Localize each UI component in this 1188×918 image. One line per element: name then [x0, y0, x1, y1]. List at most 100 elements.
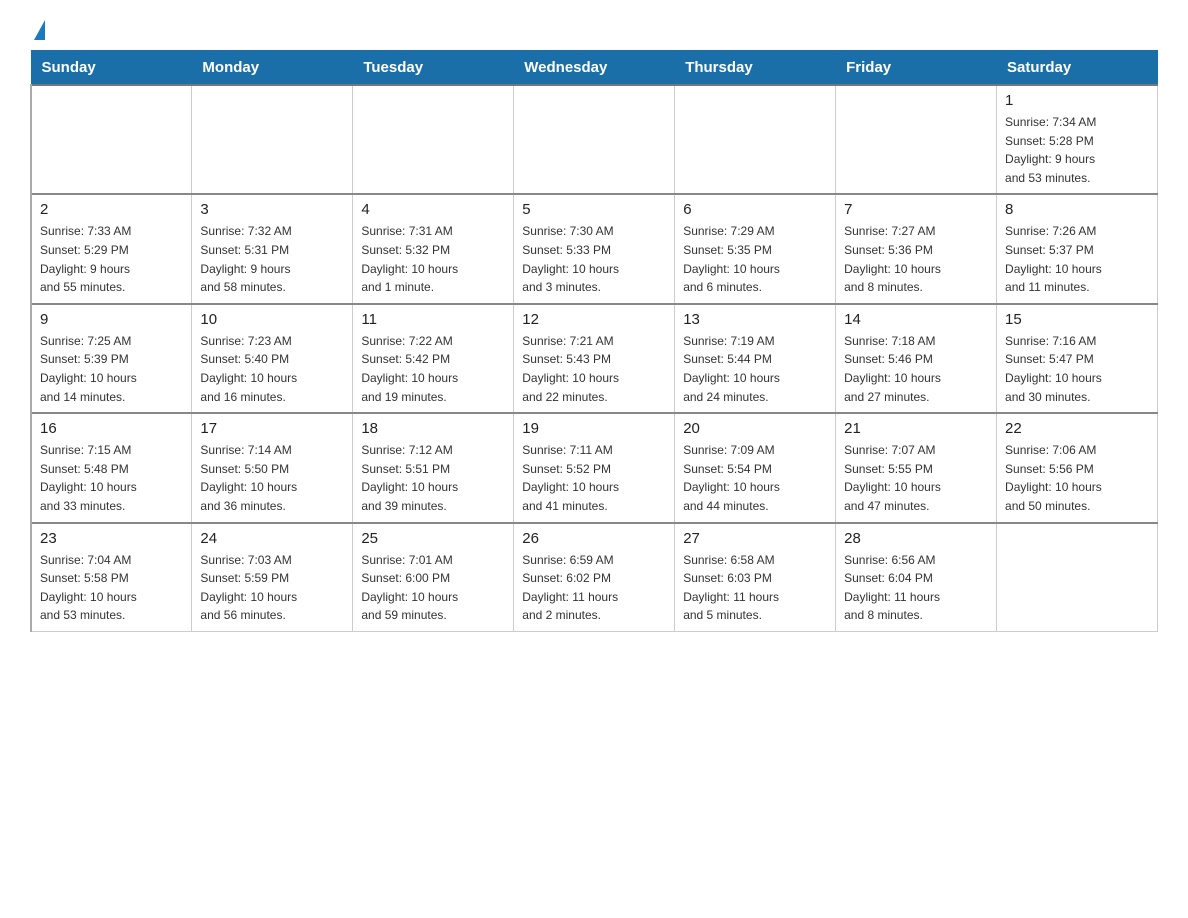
day-number: 28	[844, 530, 988, 547]
day-number: 11	[361, 311, 505, 328]
day-number: 26	[522, 530, 666, 547]
day-number: 22	[1005, 420, 1149, 437]
calendar-day-cell: 12 Sunrise: 7:21 AM Sunset: 5:43 PM Dayli…	[514, 304, 675, 413]
column-header-monday: Monday	[192, 51, 353, 86]
calendar-week-row: 9 Sunrise: 7:25 AM Sunset: 5:39 PM Daylig…	[31, 304, 1158, 413]
day-info: Sunrise: 7:22 AM Sunset: 5:42 PM Dayligh…	[361, 332, 505, 406]
day-info: Sunrise: 6:56 AM Sunset: 6:04 PM Dayligh…	[844, 551, 988, 625]
day-info: Sunrise: 6:59 AM Sunset: 6:02 PM Dayligh…	[522, 551, 666, 625]
day-info: Sunrise: 7:12 AM Sunset: 5:51 PM Dayligh…	[361, 441, 505, 515]
day-number: 27	[683, 530, 827, 547]
calendar-week-row: 16 Sunrise: 7:15 AM Sunset: 5:48 PM Dayli…	[31, 413, 1158, 522]
day-info: Sunrise: 7:34 AM Sunset: 5:28 PM Dayligh…	[1005, 113, 1149, 187]
day-info: Sunrise: 7:29 AM Sunset: 5:35 PM Dayligh…	[683, 222, 827, 296]
day-info: Sunrise: 7:06 AM Sunset: 5:56 PM Dayligh…	[1005, 441, 1149, 515]
day-number: 3	[200, 201, 344, 218]
calendar-day-cell: 22 Sunrise: 7:06 AM Sunset: 5:56 PM Dayli…	[997, 413, 1158, 522]
day-info: Sunrise: 6:58 AM Sunset: 6:03 PM Dayligh…	[683, 551, 827, 625]
calendar-day-cell: 14 Sunrise: 7:18 AM Sunset: 5:46 PM Dayli…	[836, 304, 997, 413]
day-info: Sunrise: 7:18 AM Sunset: 5:46 PM Dayligh…	[844, 332, 988, 406]
column-header-saturday: Saturday	[997, 51, 1158, 86]
column-header-thursday: Thursday	[675, 51, 836, 86]
day-info: Sunrise: 7:07 AM Sunset: 5:55 PM Dayligh…	[844, 441, 988, 515]
calendar-day-cell: 8 Sunrise: 7:26 AM Sunset: 5:37 PM Daylig…	[997, 194, 1158, 303]
day-info: Sunrise: 7:32 AM Sunset: 5:31 PM Dayligh…	[200, 222, 344, 296]
day-info: Sunrise: 7:15 AM Sunset: 5:48 PM Dayligh…	[40, 441, 183, 515]
calendar-day-cell	[192, 85, 353, 194]
calendar-week-row: 23Sunrise: 7:04 AM Sunset: 5:58 PM Dayli…	[31, 523, 1158, 632]
day-number: 17	[200, 420, 344, 437]
calendar-day-cell	[514, 85, 675, 194]
calendar-day-cell	[353, 85, 514, 194]
day-number: 4	[361, 201, 505, 218]
calendar-day-cell: 18 Sunrise: 7:12 AM Sunset: 5:51 PM Dayli…	[353, 413, 514, 522]
calendar-day-cell: 10 Sunrise: 7:23 AM Sunset: 5:40 PM Dayli…	[192, 304, 353, 413]
day-info: Sunrise: 7:09 AM Sunset: 5:54 PM Dayligh…	[683, 441, 827, 515]
calendar-day-cell: 25 Sunrise: 7:01 AM Sunset: 6:00 PM Dayli…	[353, 523, 514, 632]
day-number: 16	[40, 420, 183, 437]
column-header-friday: Friday	[836, 51, 997, 86]
day-info: Sunrise: 7:26 AM Sunset: 5:37 PM Dayligh…	[1005, 222, 1149, 296]
day-number: 7	[844, 201, 988, 218]
day-number: 9	[40, 311, 183, 328]
calendar-day-cell: 2 Sunrise: 7:33 AM Sunset: 5:29 PM Daylig…	[31, 194, 192, 303]
calendar-day-cell: 26 Sunrise: 6:59 AM Sunset: 6:02 PM Dayli…	[514, 523, 675, 632]
day-number: 13	[683, 311, 827, 328]
day-number: 14	[844, 311, 988, 328]
day-number: 12	[522, 311, 666, 328]
day-info: Sunrise: 7:23 AM Sunset: 5:40 PM Dayligh…	[200, 332, 344, 406]
logo	[30, 20, 45, 40]
calendar-day-cell: 19 Sunrise: 7:11 AM Sunset: 5:52 PM Dayli…	[514, 413, 675, 522]
calendar-day-cell: 7 Sunrise: 7:27 AM Sunset: 5:36 PM Daylig…	[836, 194, 997, 303]
day-info: Sunrise: 7:14 AM Sunset: 5:50 PM Dayligh…	[200, 441, 344, 515]
day-number: 2	[40, 201, 183, 218]
day-number: 19	[522, 420, 666, 437]
page-header	[30, 20, 1158, 40]
calendar-day-cell: 24 Sunrise: 7:03 AM Sunset: 5:59 PM Dayli…	[192, 523, 353, 632]
calendar-header-row: SundayMondayTuesdayWednesdayThursdayFrid…	[31, 51, 1158, 86]
day-info: Sunrise: 7:16 AM Sunset: 5:47 PM Dayligh…	[1005, 332, 1149, 406]
day-info: Sunrise: 7:27 AM Sunset: 5:36 PM Dayligh…	[844, 222, 988, 296]
calendar-day-cell	[675, 85, 836, 194]
day-number: 6	[683, 201, 827, 218]
day-info: Sunrise: 7:03 AM Sunset: 5:59 PM Dayligh…	[200, 551, 344, 625]
day-number: 20	[683, 420, 827, 437]
day-number: 10	[200, 311, 344, 328]
column-header-tuesday: Tuesday	[353, 51, 514, 86]
day-info: Sunrise: 7:01 AM Sunset: 6:00 PM Dayligh…	[361, 551, 505, 625]
calendar-day-cell: 27 Sunrise: 6:58 AM Sunset: 6:03 PM Dayli…	[675, 523, 836, 632]
day-info: Sunrise: 7:30 AM Sunset: 5:33 PM Dayligh…	[522, 222, 666, 296]
calendar-day-cell: 9 Sunrise: 7:25 AM Sunset: 5:39 PM Daylig…	[31, 304, 192, 413]
calendar-day-cell: 11 Sunrise: 7:22 AM Sunset: 5:42 PM Dayli…	[353, 304, 514, 413]
calendar-day-cell: 4 Sunrise: 7:31 AM Sunset: 5:32 PM Daylig…	[353, 194, 514, 303]
day-number: 18	[361, 420, 505, 437]
calendar-day-cell: 3 Sunrise: 7:32 AM Sunset: 5:31 PM Daylig…	[192, 194, 353, 303]
day-number: 15	[1005, 311, 1149, 328]
day-info: Sunrise: 7:21 AM Sunset: 5:43 PM Dayligh…	[522, 332, 666, 406]
day-info: Sunrise: 7:11 AM Sunset: 5:52 PM Dayligh…	[522, 441, 666, 515]
day-info: Sunrise: 7:33 AM Sunset: 5:29 PM Dayligh…	[40, 222, 183, 296]
column-header-sunday: Sunday	[31, 51, 192, 86]
calendar-day-cell: 23Sunrise: 7:04 AM Sunset: 5:58 PM Dayli…	[31, 523, 192, 632]
logo-triangle-icon	[34, 20, 45, 40]
day-number: 1	[1005, 92, 1149, 109]
calendar-week-row: 2 Sunrise: 7:33 AM Sunset: 5:29 PM Daylig…	[31, 194, 1158, 303]
column-header-wednesday: Wednesday	[514, 51, 675, 86]
day-number: 5	[522, 201, 666, 218]
calendar-day-cell: 6 Sunrise: 7:29 AM Sunset: 5:35 PM Daylig…	[675, 194, 836, 303]
day-number: 24	[200, 530, 344, 547]
calendar-day-cell	[997, 523, 1158, 632]
calendar-day-cell: 21Sunrise: 7:07 AM Sunset: 5:55 PM Dayli…	[836, 413, 997, 522]
calendar-day-cell: 5 Sunrise: 7:30 AM Sunset: 5:33 PM Daylig…	[514, 194, 675, 303]
day-info: Sunrise: 7:19 AM Sunset: 5:44 PM Dayligh…	[683, 332, 827, 406]
calendar-day-cell: 16 Sunrise: 7:15 AM Sunset: 5:48 PM Dayli…	[31, 413, 192, 522]
day-number: 25	[361, 530, 505, 547]
day-info: Sunrise: 7:25 AM Sunset: 5:39 PM Dayligh…	[40, 332, 183, 406]
day-info: Sunrise: 7:04 AM Sunset: 5:58 PM Dayligh…	[40, 551, 183, 625]
day-info: Sunrise: 7:31 AM Sunset: 5:32 PM Dayligh…	[361, 222, 505, 296]
calendar-day-cell: 17 Sunrise: 7:14 AM Sunset: 5:50 PM Dayli…	[192, 413, 353, 522]
calendar-table: SundayMondayTuesdayWednesdayThursdayFrid…	[30, 50, 1158, 632]
calendar-day-cell	[31, 85, 192, 194]
day-number: 8	[1005, 201, 1149, 218]
calendar-day-cell: 15 Sunrise: 7:16 AM Sunset: 5:47 PM Dayli…	[997, 304, 1158, 413]
